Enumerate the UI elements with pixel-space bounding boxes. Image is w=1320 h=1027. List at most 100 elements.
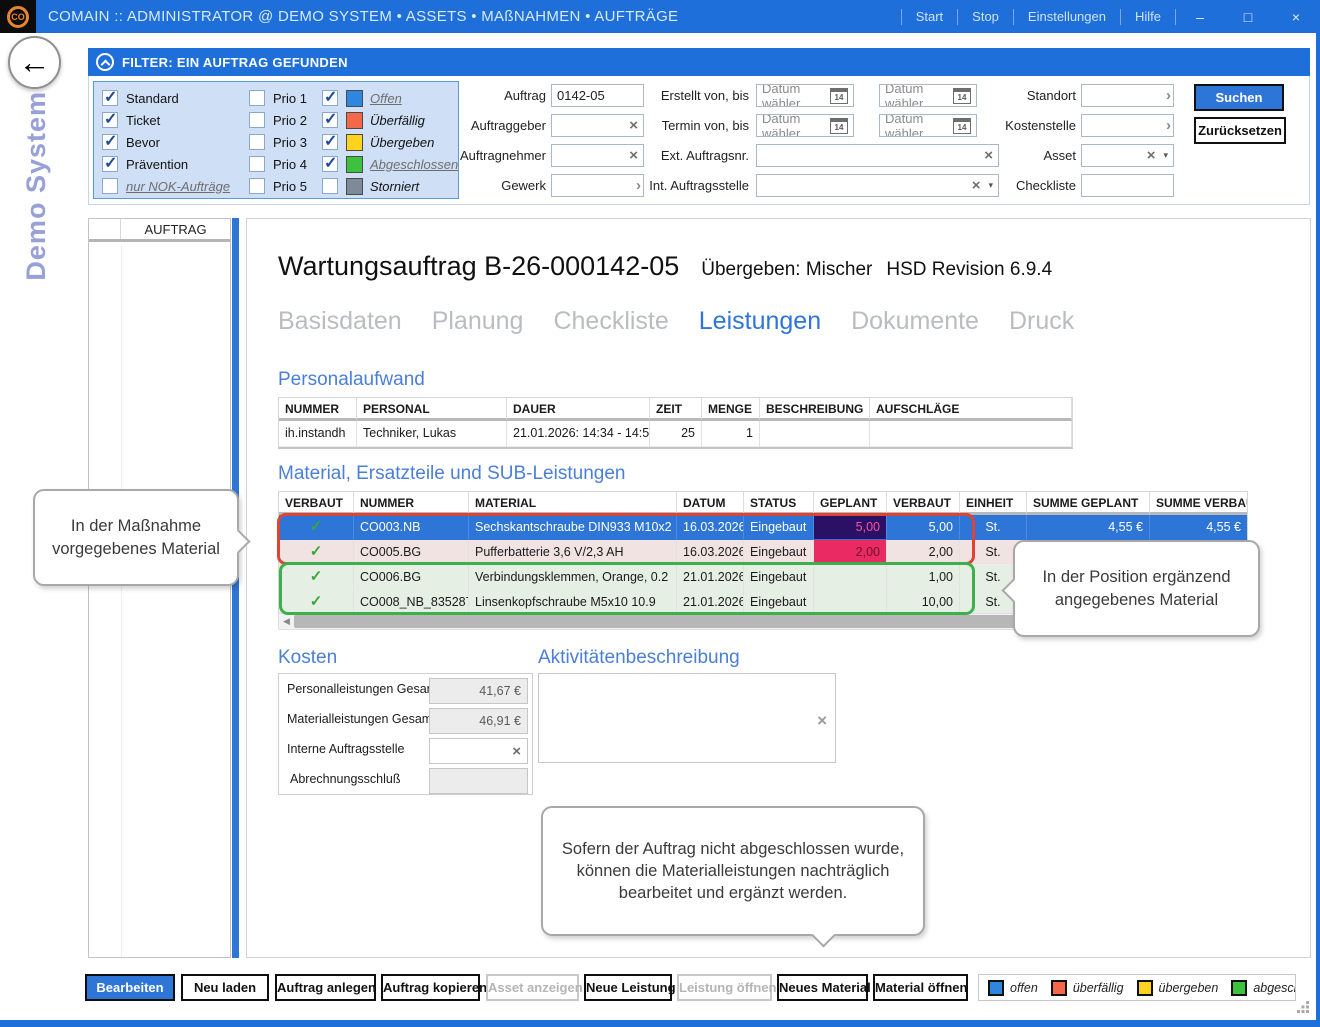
legend-uebergeben: übergeben xyxy=(1137,980,1219,996)
filter-status-abgeschlossen[interactable]: Abgeschlossen xyxy=(322,156,458,172)
erstellt-bis-datepicker[interactable]: Datum wähler14 xyxy=(879,84,977,107)
personalaufwand-row[interactable]: ih.instandh Techniker, Lukas 21.01.2026:… xyxy=(279,421,1072,447)
filter-prio3[interactable]: Prio 3 xyxy=(249,134,307,150)
tab-planung[interactable]: Planung xyxy=(432,307,524,336)
menu-start[interactable]: Start xyxy=(901,9,958,25)
auftrag-list-header-label: AUFTRAG xyxy=(121,219,230,239)
minimize-icon[interactable]: – xyxy=(1176,9,1224,25)
back-button[interactable]: ← xyxy=(8,36,61,89)
filter-nur-nok[interactable]: nur NOK-Aufträge xyxy=(102,178,230,194)
chevron-down-icon[interactable]: ▾ xyxy=(1163,150,1168,161)
bearbeiten-button[interactable]: Bearbeiten xyxy=(85,974,175,1001)
checkbox-unchecked[interactable] xyxy=(249,90,265,106)
clear-icon[interactable]: × xyxy=(512,744,521,759)
chevron-right-icon[interactable]: › xyxy=(1166,87,1171,104)
clear-icon[interactable]: × xyxy=(817,712,827,729)
checkbox-checked[interactable] xyxy=(102,90,118,106)
collapse-filter-icon[interactable] xyxy=(96,53,114,71)
close-icon[interactable]: × xyxy=(1272,9,1320,25)
filter-prio5[interactable]: Prio 5 xyxy=(249,178,307,194)
maximize-icon[interactable]: □ xyxy=(1224,9,1272,25)
tab-basisdaten[interactable]: Basisdaten xyxy=(278,307,402,336)
asset-anzeigen-button[interactable]: Asset anzeigen xyxy=(486,974,579,1001)
menu-hilfe[interactable]: Hilfe xyxy=(1121,9,1176,25)
scrollbar-thumb[interactable] xyxy=(294,615,1116,628)
ext-auftragsnr-input[interactable]: × xyxy=(756,144,999,167)
filter-standard[interactable]: Standard xyxy=(102,90,230,106)
callout-massnahme-material: In der Maßnahme vorgegebenes Material xyxy=(33,489,239,586)
scroll-left-icon[interactable]: ◀ xyxy=(279,616,294,627)
auftrag-anlegen-button[interactable]: Auftrag anlegen xyxy=(275,974,376,1001)
int-auftragsstelle-input[interactable]: ×▾ xyxy=(756,174,999,197)
auftrag-list-panel: AUFTRAG xyxy=(88,218,231,958)
filter-status-storniert[interactable]: Storniert xyxy=(322,178,458,194)
checkliste-input[interactable] xyxy=(1081,174,1174,197)
label-int-auftragsstelle: Int. Auftragsstelle xyxy=(634,175,749,197)
filter-bevor[interactable]: Bevor xyxy=(102,134,230,150)
checkbox-checked[interactable] xyxy=(322,112,338,128)
verbaut-check-icon: ✓ xyxy=(279,515,354,540)
chevron-right-icon[interactable]: › xyxy=(1166,117,1171,134)
legend-offen: offen xyxy=(988,980,1038,996)
checkbox-checked[interactable] xyxy=(102,112,118,128)
material-row-selected[interactable]: ✓ CO003.NB Sechskantschraube DIN933 M10x… xyxy=(279,515,1247,540)
filter-praevention[interactable]: Prävention xyxy=(102,156,230,172)
checkbox-checked[interactable] xyxy=(322,90,338,106)
gewerk-input[interactable]: › xyxy=(551,174,644,197)
clear-icon[interactable]: × xyxy=(1147,148,1156,163)
termin-von-datepicker[interactable]: Datum wähler14 xyxy=(756,114,854,137)
calendar-icon[interactable]: 14 xyxy=(830,88,848,104)
checkbox-checked[interactable] xyxy=(322,156,338,172)
neu-laden-button[interactable]: Neu laden xyxy=(181,974,269,1001)
asset-input[interactable]: ×▾ xyxy=(1081,144,1174,167)
material-heading: Material, Ersatzteile und SUB-Leistungen xyxy=(278,463,625,485)
tab-druck[interactable]: Druck xyxy=(1009,307,1074,336)
filter-status-uebergeben[interactable]: Übergeben xyxy=(322,134,458,150)
filter-panel: Standard Ticket Bevor Prävention nur NOK… xyxy=(88,76,1310,205)
filter-status-ueberfaellig[interactable]: Überfällig xyxy=(322,112,458,128)
tab-leistungen[interactable]: Leistungen xyxy=(699,307,821,336)
tab-dokumente[interactable]: Dokumente xyxy=(851,307,979,336)
order-list-scrollbar[interactable] xyxy=(232,218,239,958)
brand-vertical: Demo System xyxy=(14,98,58,273)
label-erstellt: Erstellt von, bis xyxy=(634,85,749,107)
checkbox-unchecked[interactable] xyxy=(322,178,338,194)
checkbox-unchecked[interactable] xyxy=(249,178,265,194)
filter-status-offen[interactable]: Offen xyxy=(322,90,458,106)
filter-prio2[interactable]: Prio 2 xyxy=(249,112,307,128)
interne-auftragsstelle-input[interactable]: × xyxy=(429,738,528,764)
tab-checkliste[interactable]: Checkliste xyxy=(553,307,668,336)
calendar-icon[interactable]: 14 xyxy=(830,118,848,134)
resize-grip[interactable] xyxy=(1297,1001,1311,1015)
auftrag-kopieren-button[interactable]: Auftrag kopieren xyxy=(381,974,480,1001)
checkbox-checked[interactable] xyxy=(102,156,118,172)
material-header-row: VERBAUT NUMMER MATERIAL DATUM STATUS GEP… xyxy=(279,492,1247,515)
auftraggeber-input[interactable]: × xyxy=(551,114,644,137)
label-interne-auftragsstelle: Interne Auftragsstelle xyxy=(287,742,404,756)
aktivitaeten-textarea[interactable]: × xyxy=(538,673,836,763)
checkbox-checked[interactable] xyxy=(102,134,118,150)
auftragnehmer-input[interactable]: × xyxy=(551,144,644,167)
filter-prio4[interactable]: Prio 4 xyxy=(249,156,307,172)
checkbox-unchecked[interactable] xyxy=(249,134,265,150)
leistung-oeffnen-button[interactable]: Leistung öffnen xyxy=(677,974,772,1001)
auftrag-input[interactable]: 0142-05 xyxy=(551,84,644,107)
zuruecksetzen-button[interactable]: Zurücksetzen xyxy=(1194,117,1286,144)
checkbox-unchecked[interactable] xyxy=(249,156,265,172)
kostenstelle-input[interactable]: › xyxy=(1081,114,1174,137)
neues-material-button[interactable]: Neues Material xyxy=(777,974,868,1001)
filter-ticket[interactable]: Ticket xyxy=(102,112,230,128)
neue-leistung-button[interactable]: Neue Leistung xyxy=(584,974,672,1001)
menu-stop[interactable]: Stop xyxy=(958,9,1014,25)
checkbox-unchecked[interactable] xyxy=(249,112,265,128)
checkbox-checked[interactable] xyxy=(322,134,338,150)
auftrag-list-header: AUFTRAG xyxy=(89,219,230,242)
checkbox-unchecked[interactable] xyxy=(102,178,118,194)
menu-einstellungen[interactable]: Einstellungen xyxy=(1014,9,1121,25)
material-oeffnen-button[interactable]: Material öffnen xyxy=(873,974,968,1001)
termin-bis-datepicker[interactable]: Datum wähler14 xyxy=(879,114,977,137)
standort-input[interactable]: › xyxy=(1081,84,1174,107)
filter-prio1[interactable]: Prio 1 xyxy=(249,90,307,106)
suchen-button[interactable]: Suchen xyxy=(1194,84,1284,111)
erstellt-von-datepicker[interactable]: Datum wähler14 xyxy=(756,84,854,107)
